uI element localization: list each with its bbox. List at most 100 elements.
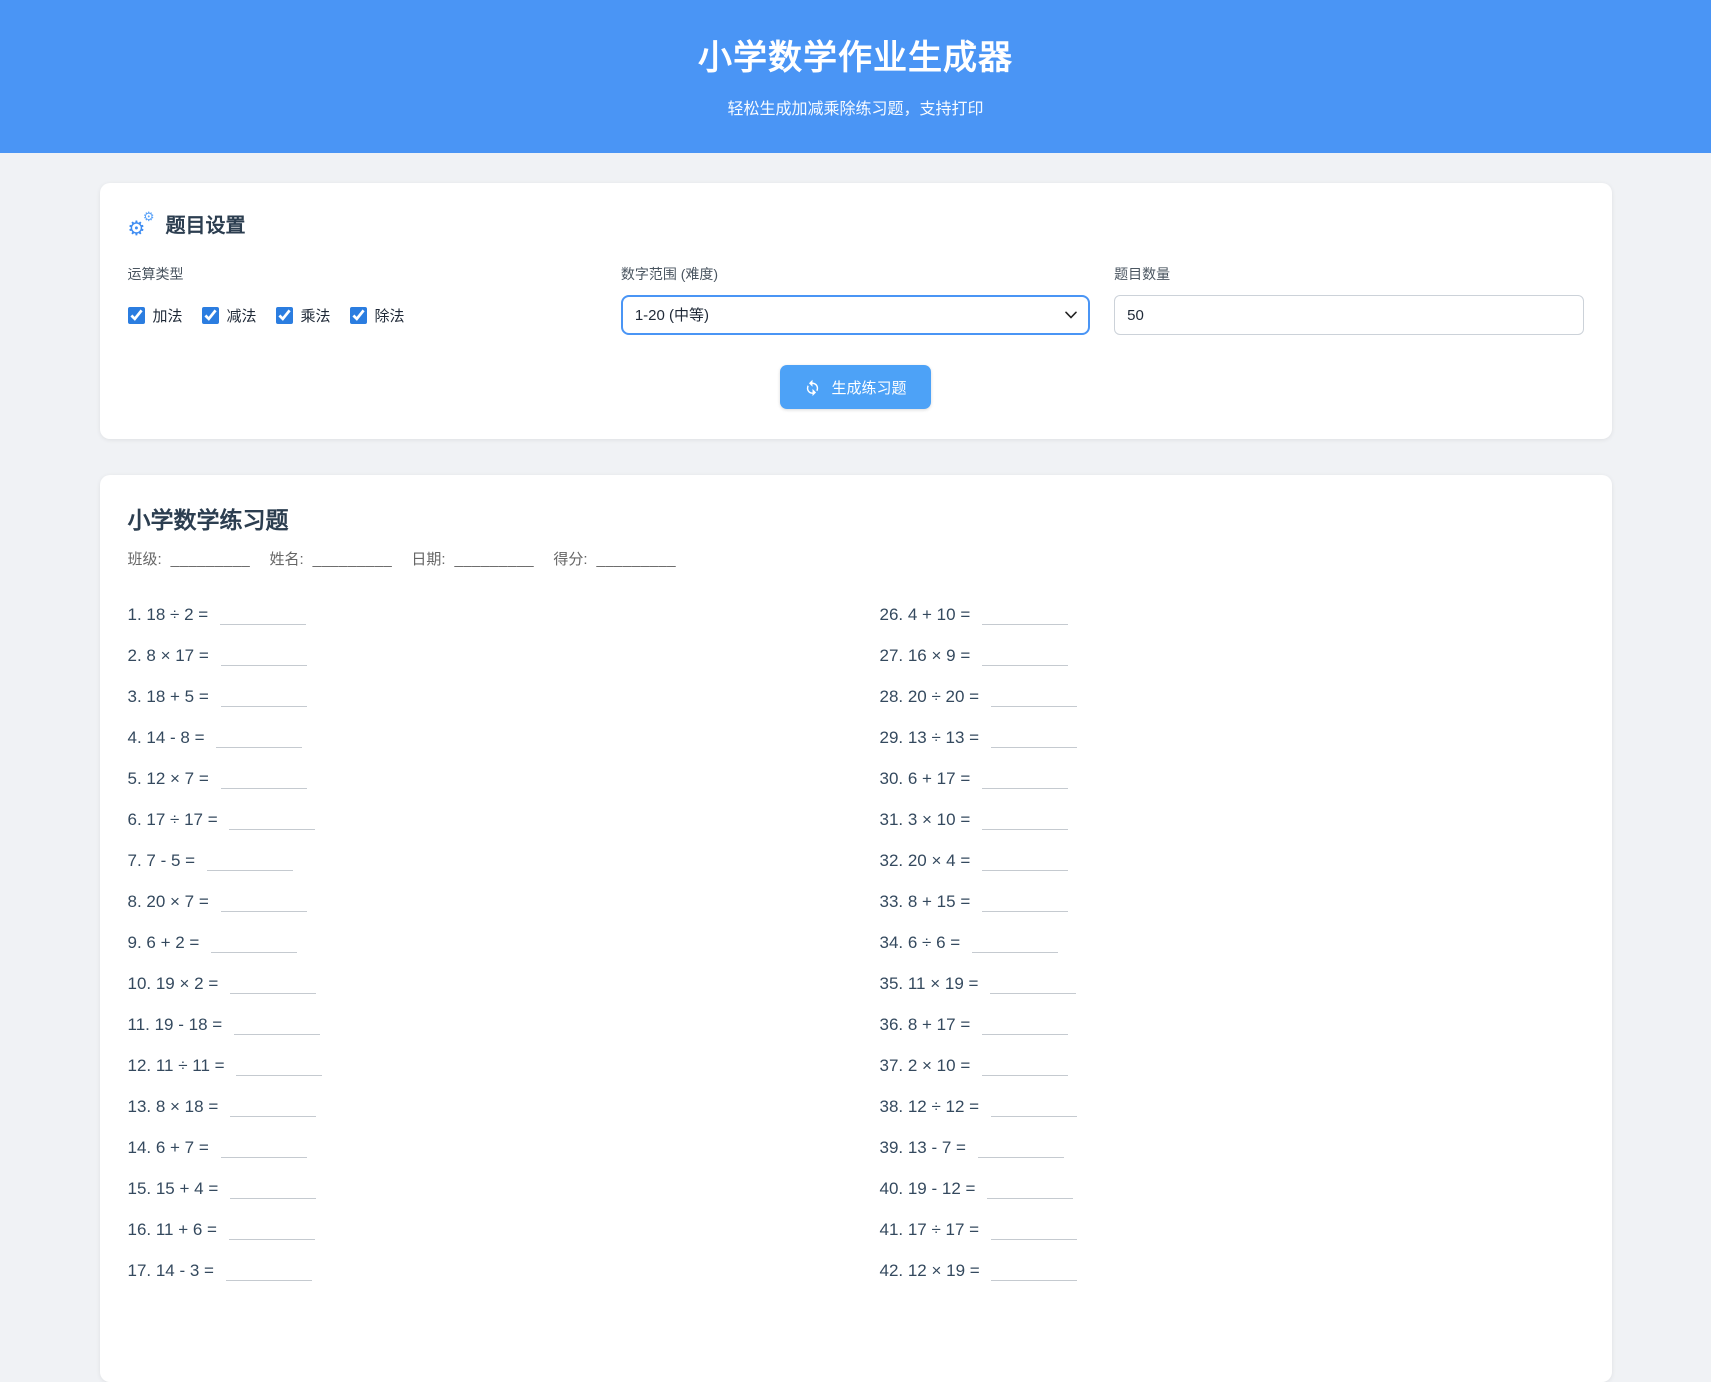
- problem-text: 30. 6 + 17 =: [880, 769, 975, 788]
- answer-blank: [234, 1018, 320, 1035]
- addition-checkbox[interactable]: [128, 307, 145, 324]
- problem-row: 13. 8 × 18 =: [128, 1097, 832, 1120]
- problem-text: 5. 12 × 7 =: [128, 769, 214, 788]
- problem-row: 11. 19 - 18 =: [128, 1015, 832, 1038]
- problem-text: 26. 4 + 10 =: [880, 605, 975, 624]
- multiplication-checkbox[interactable]: [276, 307, 293, 324]
- answer-blank: [991, 1100, 1077, 1117]
- refresh-icon: [804, 379, 821, 396]
- problem-row: 1. 18 ÷ 2 =: [128, 605, 832, 628]
- problem-text: 2. 8 × 17 =: [128, 646, 214, 665]
- settings-heading: ⚙ ⚙ 题目设置: [128, 209, 1584, 238]
- problem-row: 40. 19 - 12 =: [880, 1179, 1584, 1202]
- question-count-input[interactable]: [1114, 295, 1583, 335]
- answer-blank: [991, 690, 1077, 707]
- addition-label: 加法: [153, 305, 183, 326]
- answer-blank: [220, 608, 306, 625]
- number-range-select-wrap: 1-20 (中等): [621, 295, 1090, 335]
- problem-row: 36. 8 + 17 =: [880, 1015, 1584, 1038]
- problem-text: 40. 19 - 12 =: [880, 1179, 981, 1198]
- problem-text: 14. 6 + 7 =: [128, 1138, 214, 1157]
- checkbox-division[interactable]: 除法: [350, 305, 405, 326]
- problem-text: 28. 20 ÷ 20 =: [880, 687, 984, 706]
- settings-heading-label: 题目设置: [166, 209, 246, 238]
- problem-row: 10. 19 × 2 =: [128, 974, 832, 997]
- problem-text: 17. 14 - 3 =: [128, 1261, 219, 1280]
- answer-blank: [982, 1018, 1068, 1035]
- subtraction-label: 减法: [227, 305, 257, 326]
- problem-text: 42. 12 × 19 =: [880, 1261, 985, 1280]
- subtraction-checkbox[interactable]: [202, 307, 219, 324]
- checkbox-subtraction[interactable]: 减法: [202, 305, 257, 326]
- problem-row: 17. 14 - 3 =: [128, 1261, 832, 1284]
- meta-date: 日期:_________: [411, 551, 534, 568]
- problem-row: 32. 20 × 4 =: [880, 851, 1584, 874]
- answer-blank: [982, 854, 1068, 871]
- checkbox-addition[interactable]: 加法: [128, 305, 183, 326]
- answer-blank: [990, 977, 1076, 994]
- problem-text: 6. 17 ÷ 17 =: [128, 810, 223, 829]
- answer-blank: [982, 813, 1068, 830]
- meta-name: 姓名:_________: [269, 551, 392, 568]
- problem-row: 37. 2 × 10 =: [880, 1056, 1584, 1079]
- problem-row: 31. 3 × 10 =: [880, 810, 1584, 833]
- problem-row: 4. 14 - 8 =: [128, 728, 832, 751]
- problems-column-right: 26. 4 + 10 = 27. 16 × 9 = 28. 20 ÷ 20 = …: [880, 605, 1584, 1302]
- division-label: 除法: [375, 305, 405, 326]
- meta-name-blank: _________: [313, 551, 393, 568]
- problem-text: 38. 12 ÷ 12 =: [880, 1097, 984, 1116]
- answer-blank: [987, 1182, 1073, 1199]
- answer-blank: [230, 977, 316, 994]
- app-header: 小学数学作业生成器 轻松生成加减乘除练习题，支持打印: [0, 0, 1711, 153]
- problem-row: 7. 7 - 5 =: [128, 851, 832, 874]
- question-count-field: 题目数量: [1114, 264, 1583, 335]
- meta-score-blank: _________: [596, 551, 676, 568]
- settings-form: 运算类型 加法 减法 乘法: [128, 264, 1584, 335]
- answer-blank: [982, 895, 1068, 912]
- answer-blank: [216, 731, 302, 748]
- problem-text: 35. 11 × 19 =: [880, 974, 984, 993]
- answer-blank: [226, 1264, 312, 1281]
- problem-text: 32. 20 × 4 =: [880, 851, 975, 870]
- button-row: 生成练习题: [128, 365, 1584, 409]
- problem-row: 33. 8 + 15 =: [880, 892, 1584, 915]
- problem-row: 28. 20 ÷ 20 =: [880, 687, 1584, 710]
- problem-text: 31. 3 × 10 =: [880, 810, 975, 829]
- answer-blank: [978, 1141, 1064, 1158]
- question-count-label: 题目数量: [1114, 264, 1583, 284]
- problem-text: 3. 18 + 5 =: [128, 687, 214, 706]
- problem-text: 11. 19 - 18 =: [128, 1015, 227, 1034]
- number-range-label: 数字范围 (难度): [621, 264, 1090, 284]
- problem-text: 7. 7 - 5 =: [128, 851, 200, 870]
- worksheet-meta-line: 班级:_________ 姓名:_________ 日期:_________ 得…: [128, 548, 1584, 569]
- division-checkbox[interactable]: [350, 307, 367, 324]
- answer-blank: [207, 854, 293, 871]
- answer-blank: [211, 936, 297, 953]
- operations-field: 运算类型 加法 减法 乘法: [128, 264, 597, 335]
- checkbox-multiplication[interactable]: 乘法: [276, 305, 331, 326]
- problem-text: 39. 13 - 7 =: [880, 1138, 971, 1157]
- number-range-select[interactable]: 1-20 (中等): [621, 295, 1090, 335]
- problem-text: 16. 11 + 6 =: [128, 1220, 222, 1239]
- problems-column-left: 1. 18 ÷ 2 = 2. 8 × 17 = 3. 18 + 5 = 4. 1…: [128, 605, 832, 1302]
- multiplication-label: 乘法: [301, 305, 331, 326]
- problem-row: 15. 15 + 4 =: [128, 1179, 832, 1202]
- answer-blank: [221, 690, 307, 707]
- problem-text: 34. 6 ÷ 6 =: [880, 933, 965, 952]
- generate-button[interactable]: 生成练习题: [780, 365, 930, 409]
- problem-text: 1. 18 ÷ 2 =: [128, 605, 213, 624]
- answer-blank: [221, 772, 307, 789]
- meta-class-blank: _________: [171, 551, 251, 568]
- problem-row: 38. 12 ÷ 12 =: [880, 1097, 1584, 1120]
- problem-text: 27. 16 × 9 =: [880, 646, 975, 665]
- problem-row: 12. 11 ÷ 11 =: [128, 1056, 832, 1079]
- problem-row: 26. 4 + 10 =: [880, 605, 1584, 628]
- worksheet-title: 小学数学练习题: [128, 501, 1584, 535]
- number-range-field: 数字范围 (难度) 1-20 (中等): [621, 264, 1090, 335]
- answer-blank: [229, 1223, 315, 1240]
- answer-blank: [982, 1059, 1068, 1076]
- problem-row: 9. 6 + 2 =: [128, 933, 832, 956]
- problem-row: 8. 20 × 7 =: [128, 892, 832, 915]
- problem-row: 14. 6 + 7 =: [128, 1138, 832, 1161]
- problem-text: 10. 19 × 2 =: [128, 974, 223, 993]
